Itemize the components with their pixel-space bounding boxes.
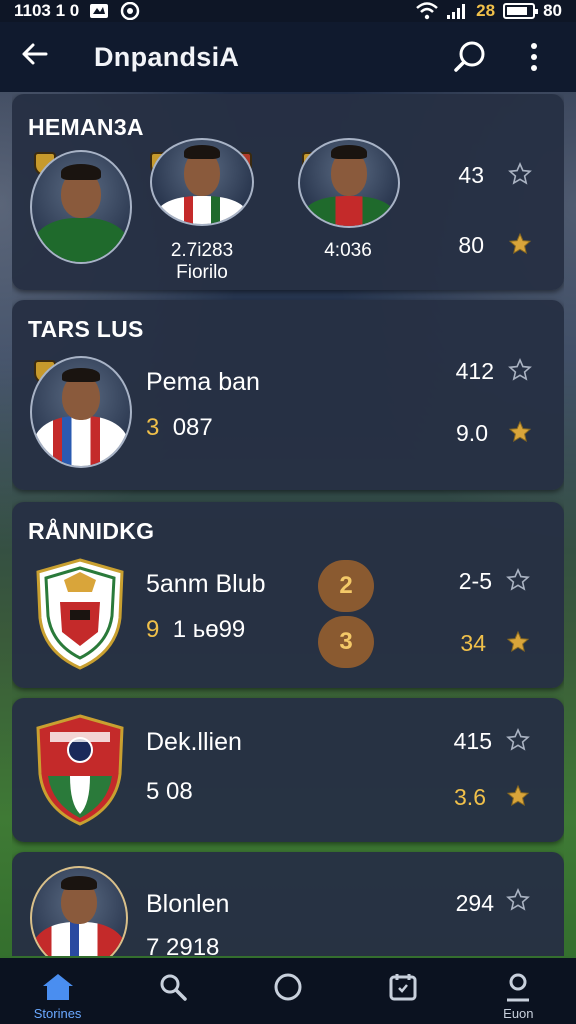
signal-text: 28: [476, 1, 496, 20]
club-name: 5anm Blub: [146, 570, 266, 598]
nav-calendar[interactable]: [358, 972, 448, 1002]
top-value: 415: [453, 728, 492, 754]
calendar-icon: [389, 974, 417, 1001]
player-avatar[interactable]: [298, 138, 400, 228]
signal-icon: [447, 4, 466, 19]
player-avatar[interactable]: [150, 138, 254, 226]
card-title: RÅNNIDKG: [28, 518, 155, 544]
circle-icon: [274, 973, 302, 1001]
club-crest-icon: [36, 558, 124, 670]
card-club-ranking[interactable]: RÅNNIDKG 5anm Blub 9 1 ьө99 2 3 2-5 34: [12, 502, 564, 688]
bottom-value: 80: [458, 232, 484, 258]
star-filled-icon[interactable]: [508, 232, 532, 256]
bottom-value: 9.0: [456, 420, 488, 446]
wifi-icon: [416, 2, 438, 20]
rank-badge: 3: [318, 616, 374, 668]
card-title: TARS LUS: [28, 316, 144, 342]
top-value: 2-5: [458, 568, 492, 594]
player-stat-label: 2.7i283 Fiorilo: [170, 240, 234, 283]
home-icon: [42, 974, 73, 1000]
club-crest-icon: [36, 714, 124, 826]
status-time: 1103 1 0: [14, 1, 80, 20]
card-club-ranking[interactable]: Dek.llien 5 08 415 3.6: [12, 698, 564, 842]
star-filled-icon[interactable]: [506, 784, 530, 808]
nav-center[interactable]: [243, 972, 333, 1002]
nav-search[interactable]: [128, 972, 218, 1002]
club-name: Dek.llien: [146, 728, 242, 756]
bottom-value: 3.6: [454, 784, 486, 810]
search-button[interactable]: [448, 35, 492, 79]
card-player-ranking[interactable]: Blonlen 7 2918 294: [12, 852, 564, 956]
club-score: 9 1 ьө99: [146, 616, 246, 643]
top-value: 294: [455, 890, 494, 916]
card-team-players[interactable]: HEMAN3A 2.7i283 Fiorilo 4:036 43 80: [12, 94, 564, 290]
bottom-value: 34: [460, 630, 486, 656]
rankings-list[interactable]: HEMAN3A 2.7i283 Fiorilo 4:036 43 80 TARS…: [12, 94, 564, 956]
profile-icon: [507, 973, 530, 1002]
top-value: 43: [458, 162, 484, 188]
more-options-button[interactable]: [512, 35, 556, 79]
player-avatar[interactable]: [30, 150, 132, 264]
arrow-left-icon: [22, 43, 48, 65]
more-vertical-icon: [531, 43, 537, 71]
search-icon: [454, 41, 485, 72]
rank-badge: 2: [318, 560, 374, 612]
page-title: DnpandsiA: [94, 41, 240, 72]
player-avatar[interactable]: [30, 866, 128, 956]
card-player-ranking[interactable]: TARS LUS Pema ban 3 087 412 9.0: [12, 300, 564, 490]
search-icon: [160, 974, 187, 1001]
star-outline-icon[interactable]: [508, 358, 532, 382]
notification-icon: [90, 4, 109, 18]
nav-label: Euon: [503, 1006, 534, 1021]
player-score: 3 087: [146, 414, 213, 441]
star-filled-icon[interactable]: [508, 420, 532, 444]
player-avatar[interactable]: [30, 356, 132, 468]
player-name: Blonlen: [146, 890, 230, 918]
card-title: HEMAN3A: [28, 114, 144, 140]
star-outline-icon[interactable]: [506, 568, 530, 592]
battery-icon: [503, 3, 539, 19]
star-outline-icon[interactable]: [506, 728, 530, 752]
battery-text: 80: [543, 1, 562, 20]
star-outline-icon[interactable]: [506, 888, 530, 912]
star-filled-icon[interactable]: [506, 630, 530, 654]
top-value: 412: [455, 358, 494, 384]
player-name: Pema ban: [146, 368, 260, 396]
star-outline-icon[interactable]: [508, 162, 532, 186]
back-button[interactable]: [20, 40, 60, 74]
player-stat-label: 4:036: [324, 240, 372, 261]
status-bar: 1103 1 0 28 80: [0, 0, 576, 22]
app-notification-icon: [121, 2, 140, 20]
app-bar: DnpandsiA: [0, 22, 576, 92]
nav-home[interactable]: Storines: [13, 972, 103, 1021]
player-score: 7 2918: [146, 934, 220, 956]
nav-profile[interactable]: Euon: [473, 972, 563, 1021]
club-score: 5 08: [146, 778, 193, 805]
bottom-nav: Storines Euon: [0, 958, 576, 1024]
nav-label: Storines: [33, 1006, 82, 1021]
